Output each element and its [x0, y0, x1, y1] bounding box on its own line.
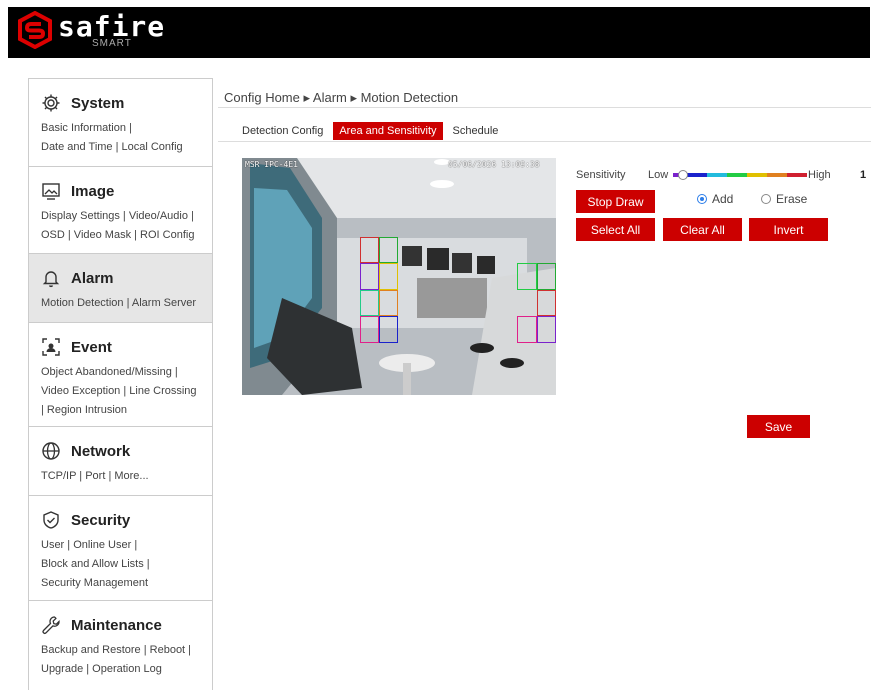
- tab-schedule[interactable]: Schedule: [447, 122, 505, 140]
- image-icon: [42, 183, 60, 200]
- save-button[interactable]: Save: [747, 415, 810, 438]
- sensitivity-low-label: Low: [648, 169, 669, 181]
- sensitivity-high-label: High: [808, 169, 831, 181]
- tab-bar: Detection Config Area and Sensitivity Sc…: [236, 122, 508, 140]
- mode-erase-label: Erase: [776, 192, 808, 206]
- sidebar-title-event: Event: [71, 338, 112, 356]
- brand-subtitle: SMART: [92, 38, 132, 49]
- video-preview[interactable]: MSR IPC-4E1 05/06/2026 13:09:38: [242, 158, 556, 395]
- bell-icon: [42, 271, 60, 288]
- sidebar-link[interactable]: OSD | Video Mask | ROI Config: [41, 226, 202, 245]
- sidebar-group-image[interactable]: Image Display Settings | Video/Audio | OS…: [29, 167, 212, 254]
- stop-draw-button[interactable]: Stop Draw: [576, 190, 655, 213]
- radio-unselected-icon: [761, 194, 771, 204]
- sidebar-link[interactable]: Security Management: [41, 574, 202, 593]
- sidebar-group-security[interactable]: Security User | Online User | Block and A…: [29, 496, 212, 601]
- gear-icon: [42, 94, 60, 112]
- sidebar-title-security: Security: [71, 511, 131, 529]
- motion-grid-cell[interactable]: [517, 263, 537, 290]
- invert-button[interactable]: Invert: [749, 218, 828, 241]
- wrench-icon: [42, 616, 60, 634]
- divider: [218, 141, 871, 142]
- divider: [218, 107, 871, 108]
- motion-grid-cell[interactable]: [379, 316, 398, 343]
- sidebar-title-network: Network: [71, 442, 131, 460]
- tab-area-and-sensitivity[interactable]: Area and Sensitivity: [333, 122, 443, 140]
- sidebar-link[interactable]: Date and Time | Local Config: [41, 138, 202, 157]
- select-all-button[interactable]: Select All: [576, 218, 655, 241]
- globe-icon: [42, 442, 60, 460]
- breadcrumb: Config Home ▸ Alarm ▸ Motion Detection: [224, 90, 459, 105]
- sidebar-title-alarm: Alarm: [71, 269, 114, 287]
- sidebar-link[interactable]: | Region Intrusion: [41, 401, 202, 420]
- motion-grid-cell[interactable]: [537, 263, 556, 290]
- sidebar-group-maintenance[interactable]: Maintenance Backup and Restore | Reboot …: [29, 601, 212, 691]
- sidebar-link[interactable]: Motion Detection | Alarm Server: [41, 294, 202, 313]
- video-osd-camera-name: MSR IPC-4E1: [245, 160, 298, 169]
- motion-grid-cell[interactable]: [360, 237, 379, 263]
- sidebar-link[interactable]: Block and Allow Lists |: [41, 555, 202, 574]
- sidebar: System Basic Information | Date and Time …: [28, 78, 213, 690]
- sensitivity-slider[interactable]: [673, 170, 807, 180]
- mode-add-label: Add: [712, 192, 734, 206]
- motion-grid-cell[interactable]: [360, 263, 379, 290]
- sidebar-group-event[interactable]: Event Object Abandoned/Missing | Video Ex…: [29, 323, 212, 427]
- tab-detection-config[interactable]: Detection Config: [236, 122, 329, 140]
- sensitivity-label: Sensitivity: [576, 169, 626, 181]
- sidebar-group-network[interactable]: Network TCP/IP | Port | More...: [29, 427, 212, 496]
- sidebar-group-alarm[interactable]: Alarm Motion Detection | Alarm Server: [29, 254, 212, 323]
- event-icon: [42, 338, 60, 356]
- safire-logo-icon: [18, 11, 52, 49]
- sidebar-link[interactable]: Display Settings | Video/Audio |: [41, 207, 202, 226]
- camera-scene-image: [242, 158, 556, 395]
- motion-grid-cell[interactable]: [379, 290, 398, 316]
- motion-grid-cell[interactable]: [360, 290, 379, 316]
- sidebar-link[interactable]: TCP/IP | Port | More...: [41, 467, 202, 486]
- sidebar-link[interactable]: Object Abandoned/Missing |: [41, 363, 202, 382]
- top-header-bar: safire SMART: [8, 7, 870, 58]
- sidebar-title-image: Image: [71, 182, 115, 200]
- shield-icon: [43, 511, 59, 529]
- sidebar-group-system[interactable]: System Basic Information | Date and Time …: [29, 79, 212, 167]
- radio-selected-icon: [697, 194, 707, 204]
- motion-grid-cell[interactable]: [537, 290, 556, 316]
- brand-name: safire: [58, 10, 166, 43]
- motion-grid-cell[interactable]: [379, 237, 398, 263]
- sidebar-link[interactable]: Basic Information |: [41, 119, 202, 138]
- sensitivity-value: 1: [860, 169, 867, 181]
- clear-all-button[interactable]: Clear All: [663, 218, 742, 241]
- motion-grid-cell[interactable]: [537, 316, 556, 343]
- video-osd-timestamp: 05/06/2026 13:09:38: [448, 160, 540, 169]
- sidebar-title-system: System: [71, 94, 125, 112]
- brand-logo: [16, 11, 54, 49]
- sidebar-title-maintenance: Maintenance: [71, 616, 162, 634]
- sidebar-link[interactable]: User | Online User |: [41, 536, 202, 555]
- sidebar-link[interactable]: Upgrade | Operation Log: [41, 660, 202, 679]
- motion-grid-cell[interactable]: [360, 316, 379, 343]
- mode-add-radio[interactable]: Add: [697, 192, 733, 206]
- mode-erase-radio[interactable]: Erase: [761, 192, 807, 206]
- sidebar-link[interactable]: Video Exception | Line Crossing: [41, 382, 202, 401]
- motion-grid-cell[interactable]: [517, 316, 537, 343]
- motion-grid-cell[interactable]: [379, 263, 398, 290]
- sidebar-link[interactable]: Backup and Restore | Reboot |: [41, 641, 202, 660]
